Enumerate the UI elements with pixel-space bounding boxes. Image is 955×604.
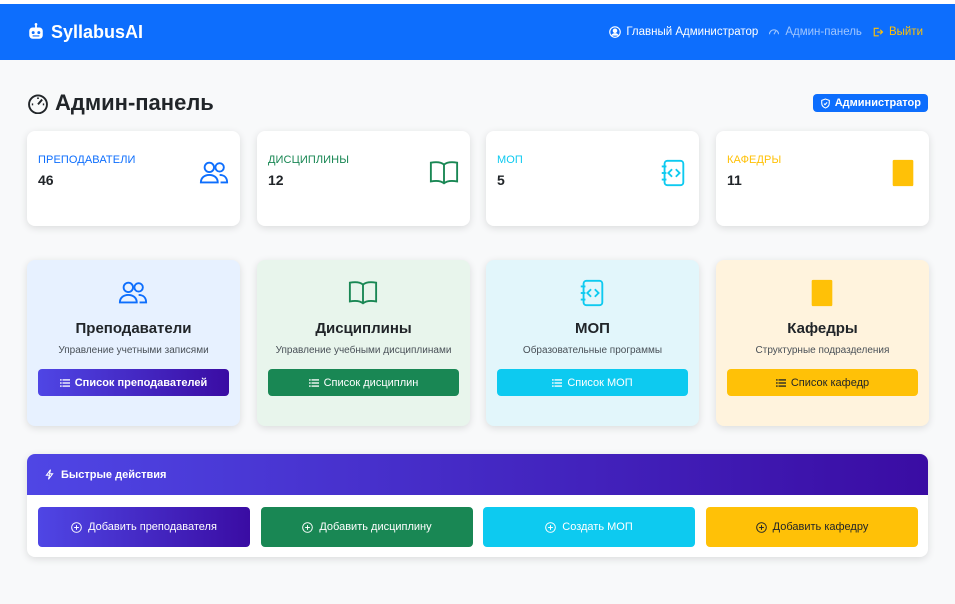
- page-header: Админ-панель Администратор: [27, 90, 928, 116]
- button-label: Список кафедр: [790, 376, 870, 389]
- add-teacher-button[interactable]: Добавить преподавателя: [38, 507, 250, 547]
- feature-desc: Образовательные программы: [522, 345, 663, 356]
- journal-code-icon: [580, 279, 604, 307]
- add-department-button[interactable]: Добавить кафедру: [706, 507, 918, 547]
- nav-user-label: Главный Администратор: [626, 26, 759, 38]
- feature-card-disciplines: Дисциплины Управление учебными дисциплин…: [257, 260, 470, 426]
- list-icon: [308, 378, 319, 387]
- stat-card-disciplines: Дисциплины 12: [257, 131, 470, 226]
- quick-actions-panel: Быстрые действия Добавить преподавателя …: [27, 454, 928, 557]
- plus-circle-icon: [71, 521, 82, 533]
- book-icon: [348, 281, 378, 305]
- nav-logout[interactable]: Выйти: [872, 26, 923, 38]
- nav-admin-panel[interactable]: Админ-панель: [768, 26, 862, 38]
- feature-title: МОП: [575, 320, 610, 337]
- plus-circle-icon: [755, 521, 767, 533]
- nav-logout-label: Выйти: [888, 26, 923, 38]
- nav-right: Главный Администратор Админ-панель Выйти: [609, 26, 923, 38]
- feature-title: Дисциплины: [315, 320, 412, 337]
- feature-desc: Управление учетными записями: [58, 345, 209, 356]
- brand-name: SyllabusAI: [51, 21, 144, 42]
- stat-card-departments: Кафедры 11: [716, 131, 929, 226]
- page-title-text: Админ-панель: [55, 90, 214, 115]
- disciplines-list-button[interactable]: Список дисциплин: [268, 369, 459, 396]
- speedometer-icon: [28, 94, 48, 114]
- quick-actions-header: Быстрые действия: [27, 454, 928, 495]
- list-icon: [59, 378, 70, 387]
- feature-desc: Управление учебными дисциплинами: [275, 345, 452, 356]
- nav-user[interactable]: Главный Администратор: [609, 26, 758, 38]
- add-discipline-button[interactable]: Добавить дисциплину: [261, 507, 473, 547]
- role-badge-label: Администратор: [834, 97, 921, 109]
- button-label: Список МОП: [567, 376, 633, 389]
- teachers-list-button[interactable]: Список преподавателей: [38, 369, 229, 396]
- button-label: Добавить дисциплину: [319, 521, 432, 533]
- plus-circle-icon: [545, 521, 557, 533]
- create-mop-button[interactable]: Создать МОП: [483, 507, 695, 547]
- feature-desc: Структурные подразделения: [755, 345, 890, 356]
- building-icon: [811, 279, 833, 307]
- plus-circle-icon: [302, 521, 314, 533]
- button-label: Добавить кафедру: [772, 521, 869, 533]
- speedometer-icon: [769, 29, 780, 35]
- feature-title: Преподаватели: [75, 320, 192, 337]
- role-badge: Администратор: [812, 94, 928, 112]
- navbar: SyllabusAI Главный Администратор Админ-п…: [0, 4, 955, 60]
- quick-actions-title: Быстрые действия: [61, 468, 167, 481]
- button-label: Добавить преподавателя: [88, 521, 217, 533]
- page-title: Админ-панель: [27, 90, 214, 116]
- stat-card-mop: МОП 5: [486, 131, 699, 226]
- nav-admin-panel-label: Админ-панель: [785, 26, 862, 38]
- button-label: Создать МОП: [562, 521, 633, 533]
- feature-card-mop: МОП Образовательные программы Список МОП: [486, 260, 699, 426]
- brand-link[interactable]: SyllabusAI: [27, 22, 143, 43]
- robot-icon: [29, 23, 43, 39]
- feature-card-departments: Кафедры Структурные подразделения Список…: [716, 260, 929, 426]
- building-icon: [892, 159, 914, 187]
- mop-list-button[interactable]: Список МОП: [497, 369, 688, 396]
- person-circle-icon: [609, 26, 622, 38]
- departments-list-button[interactable]: Список кафедр: [727, 369, 918, 396]
- logout-icon: [873, 27, 884, 37]
- journal-code-icon: [661, 159, 685, 187]
- stat-card-teachers: Преподаватели 46: [27, 131, 240, 226]
- list-icon: [775, 378, 786, 387]
- feature-card-teachers: Преподаватели Управление учетными запися…: [27, 260, 240, 426]
- list-icon: [552, 378, 563, 387]
- feature-title: Кафедры: [787, 320, 858, 337]
- lightning-icon: [45, 469, 54, 480]
- people-icon: [199, 161, 229, 184]
- book-icon: [429, 161, 459, 185]
- people-icon: [118, 281, 148, 304]
- shield-icon: [820, 97, 830, 109]
- button-label: Список преподавателей: [74, 376, 208, 389]
- button-label: Список дисциплин: [323, 376, 419, 389]
